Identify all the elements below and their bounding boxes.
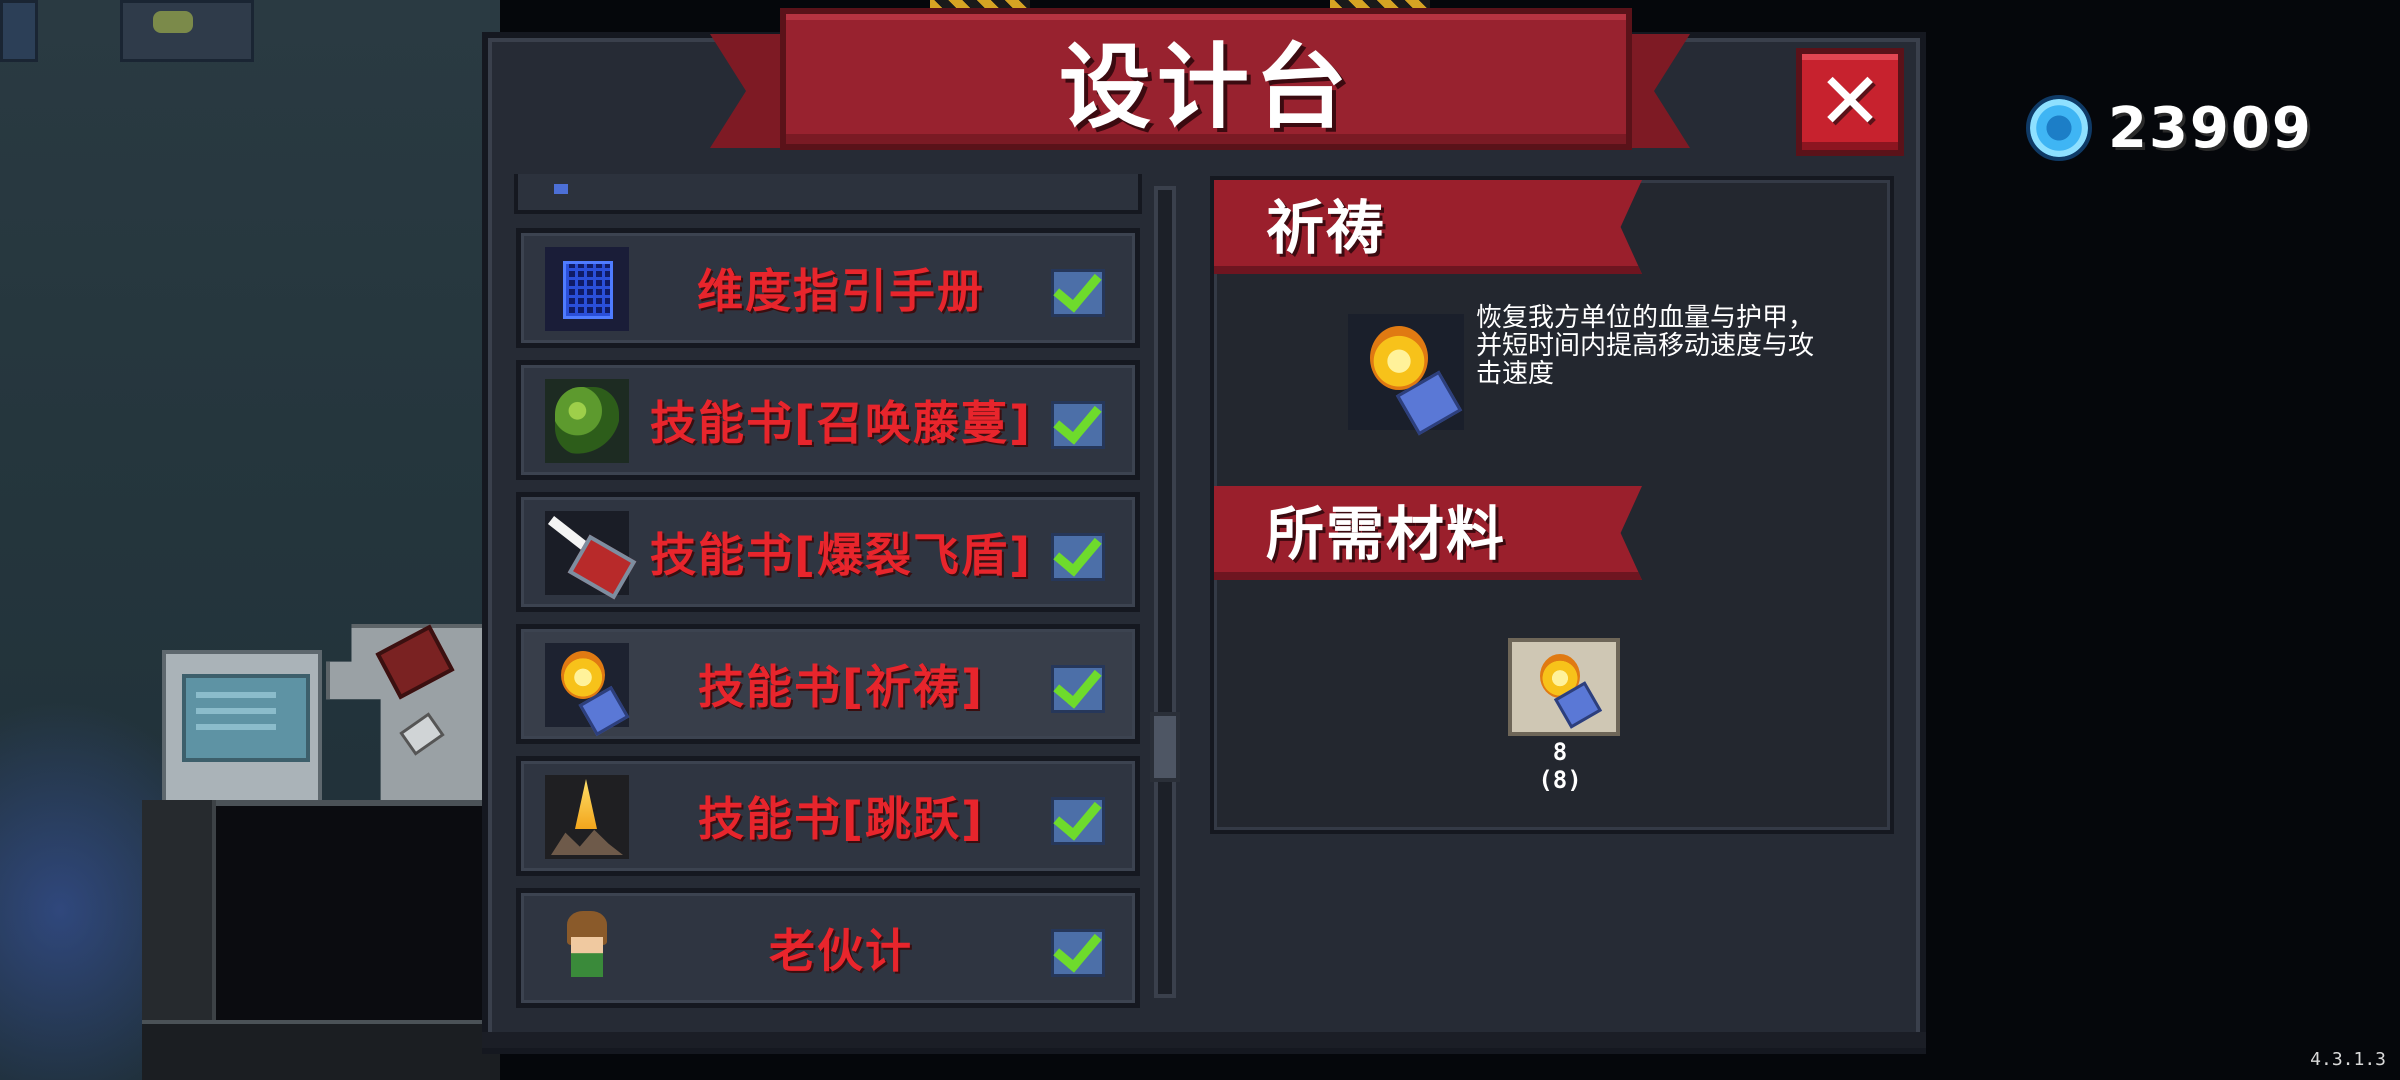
- detail-panel: 祈祷 恢复我方单位的血量与护甲，并短时间内提高移动速度与攻击速度 所需材料 8 …: [1210, 176, 1894, 834]
- pray-scroll-icon[interactable]: [1508, 638, 1620, 736]
- checkmark-icon: [1051, 797, 1105, 845]
- buddy-icon: [545, 907, 629, 991]
- item-name: 维度指引手册: [697, 264, 985, 318]
- item-title: 祈祷: [1266, 194, 1387, 262]
- item-description: 恢复我方单位的血量与护甲，并短时间内提高移动速度与攻击速度: [1476, 303, 1815, 389]
- panel-bottom-edge: [482, 1032, 1926, 1048]
- title-banner: 设计台: [710, 8, 1690, 158]
- jump-icon: [545, 775, 629, 859]
- checkmark-icon: [1051, 665, 1105, 713]
- list-item-partial[interactable]: [514, 174, 1142, 214]
- floor-tile: [0, 0, 38, 62]
- recipe-list[interactable]: 维度指引手册 技能书[召唤藤蔓] 技能书[爆裂飞盾] 技能书[祈祷] 技能书[跳…: [514, 174, 1194, 1008]
- floor-pipe: [142, 1020, 500, 1080]
- monitor-screen: [182, 674, 310, 762]
- materials-title: 所需材料: [1266, 500, 1507, 568]
- grid-manual-icon: [545, 247, 629, 331]
- item-name: 技能书[召唤藤蔓]: [649, 396, 1033, 450]
- gem-count: 23909: [2108, 95, 2313, 161]
- title-plate: 设计台: [780, 8, 1632, 150]
- item-name: 技能书[祈祷]: [697, 660, 985, 714]
- scrollbar-track[interactable]: [1154, 186, 1176, 998]
- item-name: 技能书[跳跃]: [697, 792, 985, 846]
- gem-icon: [2026, 95, 2092, 161]
- flying-shield-icon: [545, 511, 629, 595]
- vine-icon: [545, 379, 629, 463]
- item-name: 老伙计: [769, 924, 913, 978]
- close-icon: ✕: [1817, 57, 1883, 147]
- checkmark-icon: [1051, 533, 1105, 581]
- item-name: 技能书[爆裂飞盾]: [649, 528, 1033, 582]
- close-button[interactable]: ✕: [1796, 48, 1904, 156]
- pray-icon: [545, 643, 629, 727]
- list-item[interactable]: 维度指引手册: [516, 228, 1140, 348]
- gem-counter: 23909: [2026, 95, 2313, 161]
- checkmark-icon: [1051, 929, 1105, 977]
- materials-banner: 所需材料: [1214, 486, 1642, 580]
- computer-monitor: [162, 650, 322, 808]
- list-item-selected[interactable]: 技能书[祈祷]: [516, 624, 1140, 744]
- fire-icon: [1370, 326, 1428, 390]
- pray-icon: [1348, 314, 1464, 436]
- item-title-banner: 祈祷: [1214, 180, 1642, 274]
- list-item[interactable]: 技能书[爆裂飞盾]: [516, 492, 1140, 612]
- page-title: 设计台: [1058, 33, 1353, 141]
- list-item[interactable]: 老伙计: [516, 888, 1140, 1008]
- list-item[interactable]: 技能书[跳跃]: [516, 756, 1140, 876]
- game-background: [0, 0, 500, 1080]
- scrollbar-thumb[interactable]: [1150, 712, 1180, 782]
- checkmark-icon: [1051, 269, 1105, 317]
- checkmark-icon: [1051, 401, 1105, 449]
- version-label: 4.3.1.3: [2310, 1049, 2386, 1070]
- list-item[interactable]: 技能书[召唤藤蔓]: [516, 360, 1140, 480]
- material-required-count: 8: [1552, 738, 1568, 766]
- material-owned-count: (8): [1538, 766, 1582, 794]
- floor-tile: [120, 0, 254, 62]
